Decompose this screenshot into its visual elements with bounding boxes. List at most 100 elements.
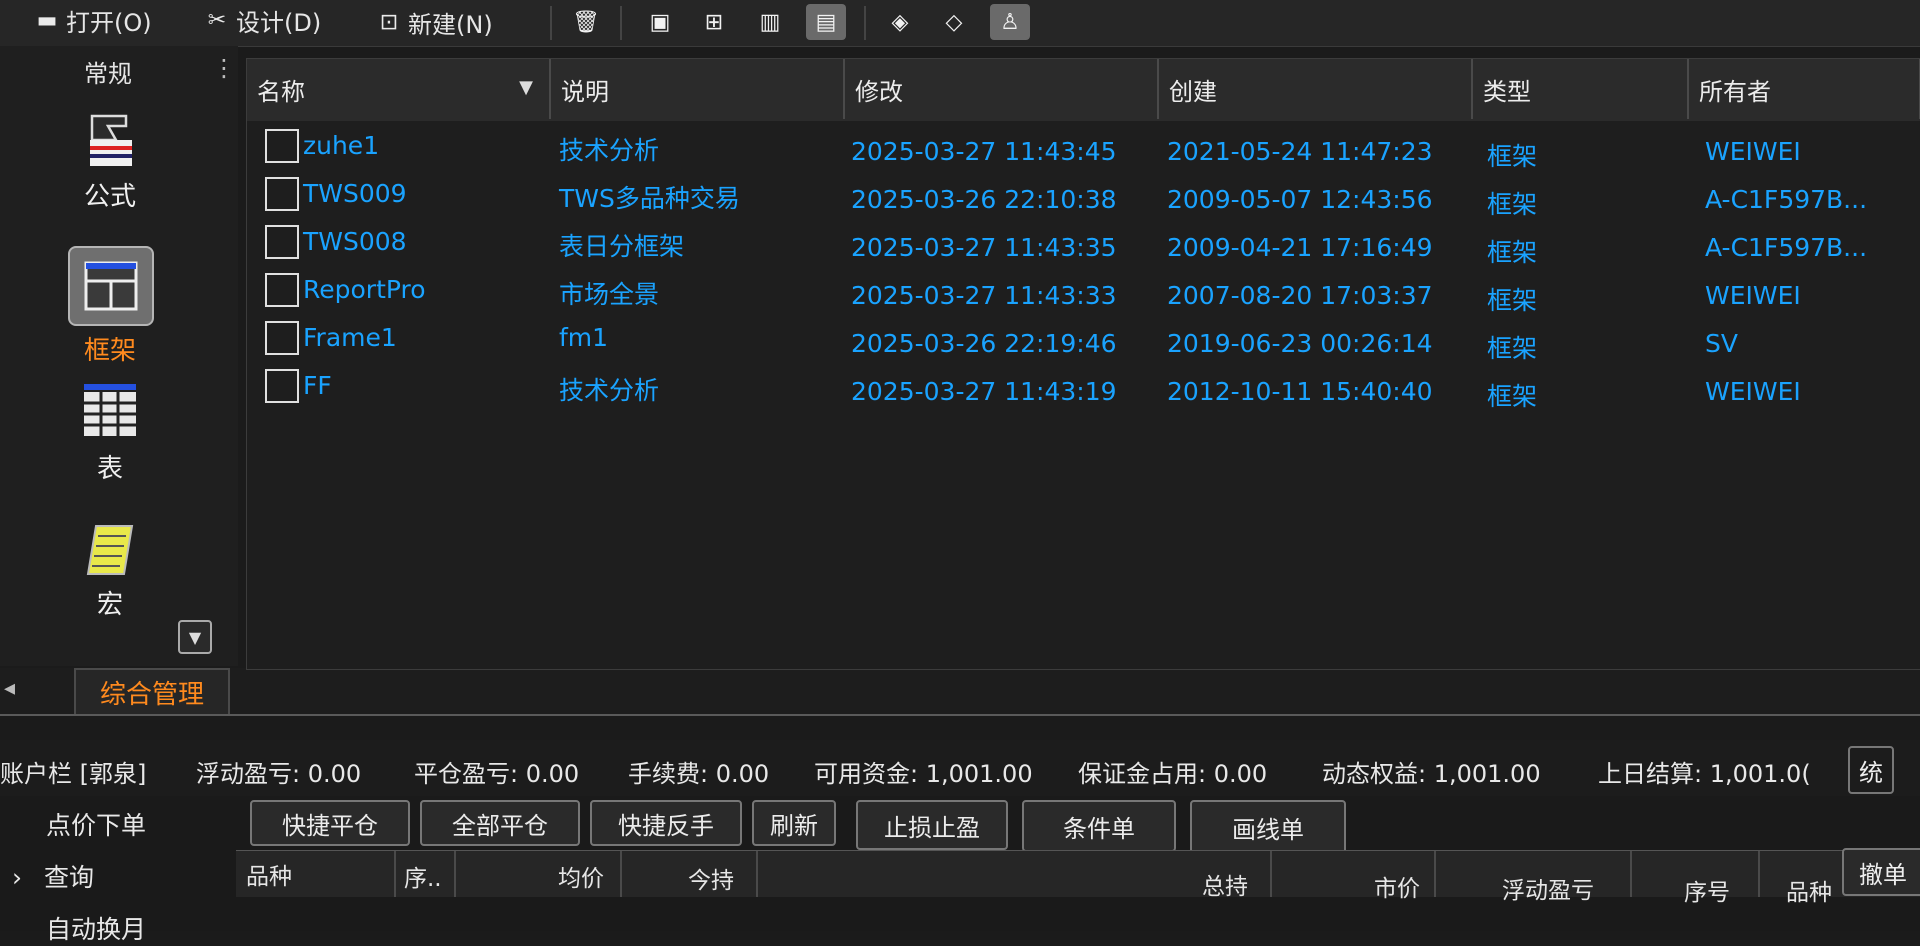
row-modified: 2025-03-27 11:43:45 [851,137,1117,166]
view-quad-button[interactable]: ▣ [640,4,680,40]
pos-col-symbol-right[interactable]: 品种 [1786,873,1832,907]
row-owner: WEIWEI [1705,137,1801,166]
layer-button[interactable]: ◇ [934,4,974,40]
new-button[interactable]: ⊡ 新建(N) [376,2,493,42]
pos-col-total-hold[interactable]: 总持 [1202,867,1248,901]
user-button[interactable]: ♙ [990,4,1030,40]
row-owner: WEIWEI [1705,377,1801,406]
row-modified: 2025-03-27 11:43:19 [851,377,1117,406]
col-header-type[interactable]: 类型 [1473,59,1689,119]
nav-click-order[interactable]: 点价下单 [46,806,146,842]
tab-scroll-left-icon[interactable]: ◂ [4,676,15,701]
nav-item-macro[interactable]: 宏 [60,520,160,621]
file-icon [265,321,299,355]
row-created: 2021-05-24 11:47:23 [1167,137,1433,166]
close-all-button[interactable]: 全部平仓 [420,800,580,846]
pos-col-market-price[interactable]: 市价 [1374,869,1420,903]
nav-query-label: 查询 [43,863,94,892]
macro-icon [80,520,140,580]
nav-label-macro: 宏 [96,590,123,620]
table-row[interactable]: TWS008 表日分框架 2025-03-27 11:43:35 2009-04… [247,219,1920,267]
table-row[interactable]: FF 技术分析 2025-03-27 11:43:19 2012-10-11 1… [247,363,1920,411]
row-desc: 技术分析 [559,136,660,165]
toolbar-divider [620,6,622,40]
account-label: 账户栏 [郭泉] [0,760,147,788]
nav-label-frame: 框架 [83,336,136,366]
row-created: 2019-06-23 00:26:14 [1167,329,1433,358]
left-nav-panel: 常规 ⋮ 公式 框架 表 宏 ▼ [0,46,238,706]
row-type: 框架 [1487,334,1538,363]
table-row[interactable]: Frame1 fm1 2025-03-26 22:19:46 2019-06-2… [247,315,1920,363]
trash-icon: 🗑 [572,9,600,35]
stats-button[interactable]: 统 [1848,746,1894,794]
user-icon: ♙ [1000,9,1020,35]
conditional-order-button[interactable]: 条件单 [1022,800,1176,852]
row-name: ReportPro [303,275,426,304]
table-icon [80,384,140,444]
view-columns-button[interactable]: ▥ [750,4,790,40]
nav-scroll-down-button[interactable]: ▼ [178,620,212,654]
tab-general-management[interactable]: 综合管理 [74,668,230,714]
row-created: 2009-04-21 17:16:49 [1167,233,1433,262]
delete-button[interactable]: 🗑 [566,4,606,40]
nav-item-formula[interactable]: 公式 [60,112,160,213]
floating-pnl: 浮动盈亏: 0.00 [196,760,362,788]
pos-col-today-hold[interactable]: 今持 [688,861,734,895]
pos-col-seq[interactable]: 序.. [404,859,442,893]
table-row[interactable]: TWS009 TWS多品种交易 2025-03-26 22:10:38 2009… [247,171,1920,219]
file-icon [265,129,299,163]
row-name: TWS009 [303,179,407,208]
view-details-button[interactable]: ▤ [806,4,846,40]
col-divider [1758,851,1760,897]
line-order-button[interactable]: 画线单 [1190,800,1346,854]
layer-icon: ◇ [945,9,963,35]
refresh-button[interactable]: 刷新 [752,800,836,846]
pos-col-floating-pnl[interactable]: 浮动盈亏 [1502,871,1594,905]
table-row[interactable]: ReportPro 市场全景 2025-03-27 11:43:33 2007-… [247,267,1920,315]
columns-icon: ▥ [759,9,781,35]
frame-icon [68,246,154,326]
pos-col-avg-price[interactable]: 均价 [558,859,604,893]
pos-col-seq-no[interactable]: 序号 [1684,873,1730,907]
pos-col-symbol[interactable]: 品种 [246,857,292,891]
table-row[interactable]: zuhe1 技术分析 2025-03-27 11:43:45 2021-05-2… [247,123,1920,171]
quick-reverse-button[interactable]: 快捷反手 [590,800,742,846]
design-button[interactable]: ✂ 设计(D) [204,0,321,40]
cancel-order-button[interactable]: 撤单 [1842,848,1920,896]
file-icon [265,177,299,211]
margin-used: 保证金占用: 0.00 [1078,760,1268,788]
grid-icon: ⊞ [704,9,724,35]
row-type: 框架 [1487,382,1538,411]
folder-icon: ▬ [36,7,58,33]
row-modified: 2025-03-26 22:19:46 [851,329,1117,358]
nav-label-table: 表 [96,454,123,484]
file-icon [265,273,299,307]
row-name: Frame1 [303,323,397,352]
toolbar-divider [550,6,552,40]
available-funds: 可用资金: 1,001.00 [814,760,1033,788]
nav-query[interactable]: › 查询 [12,858,94,894]
nav-item-table[interactable]: 表 [60,384,160,485]
col-header-created[interactable]: 创建 [1159,59,1473,119]
col-divider [620,851,622,897]
formula-icon [80,112,140,172]
quick-close-button[interactable]: 快捷平仓 [250,800,410,846]
open-button[interactable]: ▬ 打开(O) [34,0,152,40]
nav-item-frame[interactable]: 框架 [60,246,160,367]
view-grid-button[interactable]: ⊞ [694,4,734,40]
quad-icon: ▣ [649,9,671,35]
col-header-desc[interactable]: 说明 [551,59,845,119]
row-type: 框架 [1487,190,1538,219]
col-header-name[interactable]: 名称 ▼ [247,59,551,119]
more-icon[interactable]: ⋮ [212,54,236,82]
row-created: 2007-08-20 17:03:37 [1167,281,1433,310]
nav-auto-rollover[interactable]: 自动换月 [46,910,146,946]
new-file-icon: ⊡ [379,9,399,35]
fee: 手续费: 0.00 [628,760,770,788]
layers-button[interactable]: ◈ [880,4,920,40]
col-header-owner[interactable]: 所有者 [1689,59,1920,119]
layers-icon: ◈ [891,9,909,35]
col-header-modified[interactable]: 修改 [845,59,1159,119]
dynamic-equity: 动态权益: 1,001.00 [1322,760,1541,788]
stop-loss-profit-button[interactable]: 止损止盈 [856,800,1008,850]
